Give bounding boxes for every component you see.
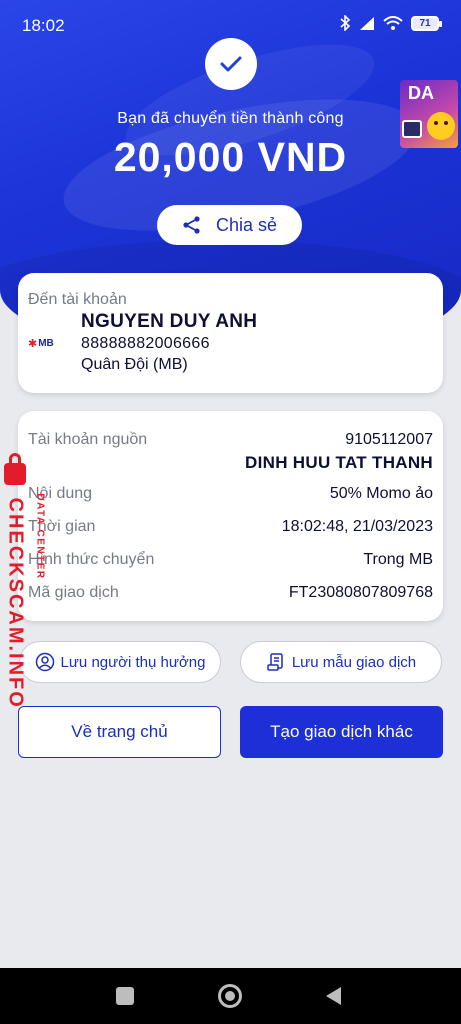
new-transaction-button[interactable]: Tạo giao dịch khác <box>240 706 443 758</box>
recents-button[interactable] <box>116 987 134 1005</box>
mb-bank-logo: ✱ MB <box>28 336 60 350</box>
transfer-amount: 20,000 VND <box>113 134 348 180</box>
transfer-success-screen: 18:02 71 Bạn đã chuyển tiền thành công 2… <box>0 0 461 1024</box>
save-recipient-label: Lưu người thụ hưởng <box>60 653 206 671</box>
promo-thumbnail[interactable]: DA <box>400 80 458 148</box>
success-check-badge <box>205 38 257 90</box>
detail-value: 50% Momo ảo <box>329 485 433 502</box>
star-icon: ✱ <box>28 337 38 350</box>
detail-value: 18:02:48, 21/03/2023 <box>281 518 433 535</box>
share-label: Chia sẻ <box>215 214 278 235</box>
detail-label: Tài khoản nguồn <box>28 431 148 448</box>
success-message: Bạn đã chuyển tiền thành công <box>117 110 344 127</box>
save-template-button[interactable]: Lưu mẫu giao dịch <box>240 641 442 683</box>
source-name: DINH HUU TAT THANH <box>245 453 433 472</box>
recipient-account: 88888882006666 <box>81 335 210 352</box>
battery-icon: 71 <box>411 15 442 31</box>
recipient-name: NGUYEN DUY ANH <box>81 311 258 332</box>
recipient-label: Đến tài khoản <box>28 291 127 308</box>
bluetooth-icon <box>340 15 351 31</box>
home-button[interactable]: Về trang chủ <box>18 706 221 758</box>
watermark-site: CHECKSCAM.INFO <box>4 497 27 709</box>
document-icon <box>267 653 283 671</box>
share-button[interactable]: Chia sẻ <box>157 205 302 245</box>
back-button[interactable] <box>326 987 341 1005</box>
status-time: 18:02 <box>22 16 65 35</box>
lock-body <box>4 463 26 485</box>
save-template-label: Lưu mẫu giao dịch <box>291 653 417 671</box>
share-icon <box>183 216 200 234</box>
emoji-icon <box>427 112 455 140</box>
home-nav-button[interactable] <box>218 984 242 1008</box>
transaction-details-card: Tài khoản nguồn 9105112007 DINH HUU TAT … <box>18 411 443 621</box>
recipient-card: Đến tài khoản ✱ MB NGUYEN DUY ANH 8888888… <box>18 273 443 393</box>
detail-value: Trong MB <box>363 551 433 568</box>
detail-row-source: Tài khoản nguồn 9105112007 DINH HUU TAT … <box>28 431 433 475</box>
promo-box-icon <box>402 120 422 138</box>
status-icons: 71 <box>339 15 442 31</box>
wifi-icon <box>383 15 403 30</box>
watermark: DATA CENTER CHECKSCAM.INFO <box>0 451 50 709</box>
detail-value: FT23080807809768 <box>288 584 433 601</box>
signal-icon <box>360 16 374 30</box>
detail-value: 9105112007 <box>345 431 433 448</box>
bank-logo-text: MB <box>38 337 54 349</box>
system-nav-bar <box>0 968 461 1024</box>
watermark-tag: DATA CENTER <box>34 493 46 580</box>
check-icon <box>220 56 242 72</box>
promo-title: DA <box>408 83 434 103</box>
recipient-bank: Quân Đội (MB) <box>81 356 188 373</box>
